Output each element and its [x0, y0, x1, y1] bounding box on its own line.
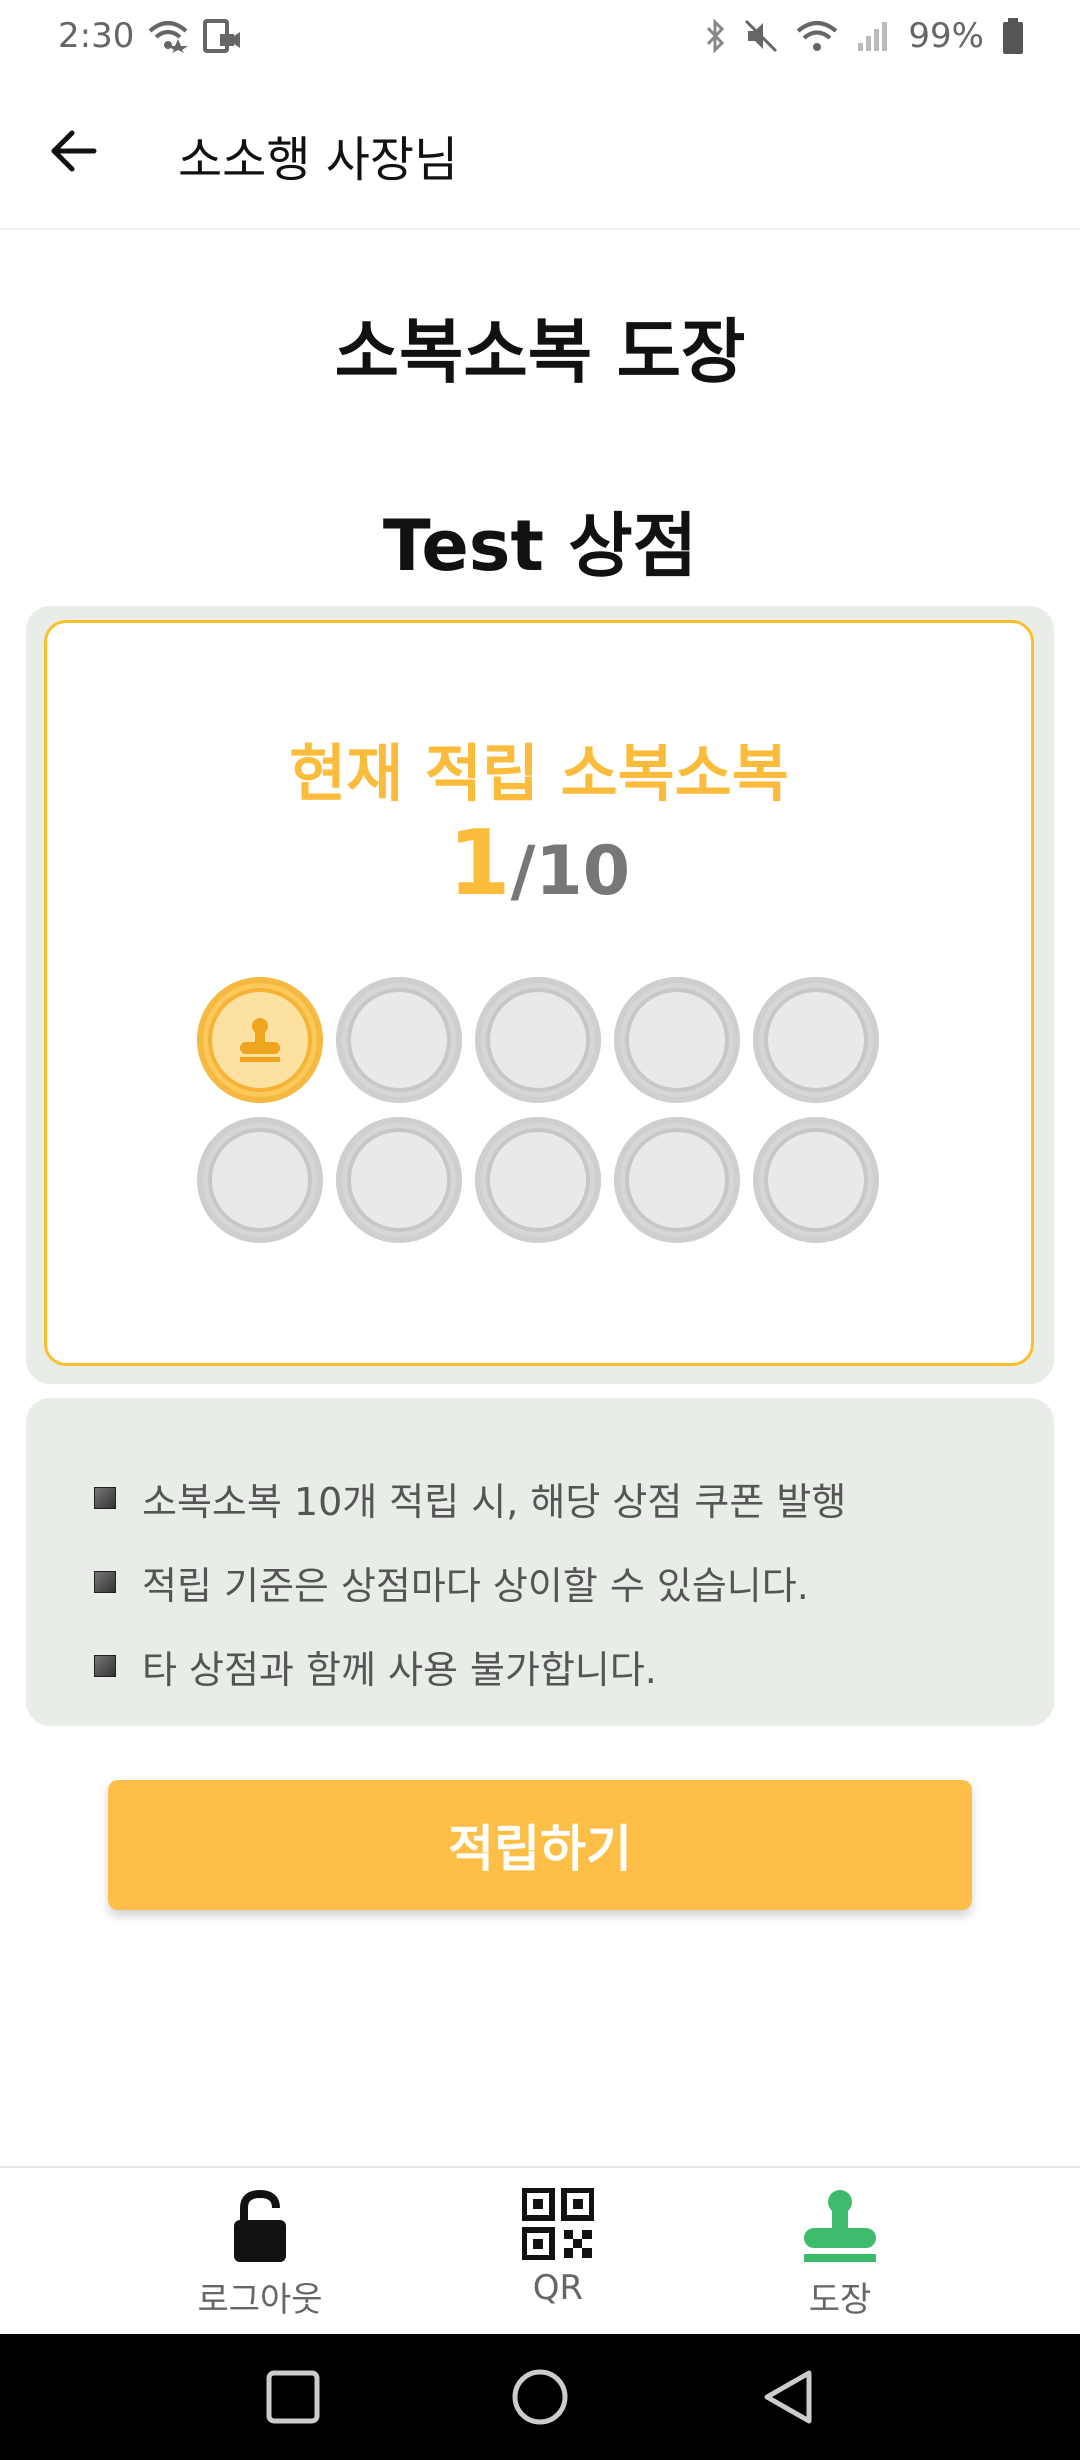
nav-item-logout[interactable]: 로그아웃: [160, 2188, 360, 2321]
wifi-calling-icon: [148, 19, 189, 53]
stamp-count: 1/10: [47, 811, 1031, 916]
nav-item-qr[interactable]: QR: [458, 2188, 658, 2308]
stamp-slot-empty: [475, 1117, 601, 1243]
stamp-ring: [625, 988, 729, 1092]
bullet-square-icon: [94, 1487, 116, 1509]
info-item: 소복소복 10개 적립 시, 해당 상점 쿠폰 발행: [26, 1456, 1054, 1540]
info-text: 적립 기준은 상점마다 상이할 수 있습니다.: [142, 1563, 809, 1608]
bullet-square-icon: [94, 1655, 116, 1677]
info-item: 적립 기준은 상점마다 상이할 수 있습니다.: [26, 1540, 1054, 1624]
stamp-slot-empty: [475, 977, 601, 1103]
home-button[interactable]: [505, 2362, 575, 2432]
stamp-slot-empty: [336, 1117, 462, 1243]
nav-label: 도장: [808, 2280, 872, 2320]
info-text: 소복소복 10개 적립 시, 해당 상점 쿠폰 발행: [142, 1479, 847, 1524]
back-nav-button[interactable]: [752, 2362, 822, 2432]
battery-percent: 99%: [908, 16, 984, 56]
app-title: 소소행 사장님: [178, 132, 459, 188]
accumulate-button[interactable]: 적립하기: [108, 1780, 972, 1910]
stamp-count-separator: /: [510, 832, 536, 911]
circle-icon: [512, 2369, 568, 2425]
info-item: 타 상점과 함께 사용 불가합니다.: [26, 1624, 1054, 1708]
page-title: 소복소복 도장: [334, 311, 746, 393]
back-button[interactable]: [38, 116, 108, 186]
arrow-left-icon: [51, 130, 97, 172]
stamp-card-heading: 현재 적립 소복소복: [289, 737, 789, 810]
recent-apps-button[interactable]: [258, 2362, 328, 2432]
screen-record-icon: [202, 18, 241, 54]
stamp-icon: [804, 2190, 876, 2262]
nav-label: 로그아웃: [197, 2280, 323, 2320]
stamp-icon: [240, 1018, 280, 1062]
status-bar: 2:30 99%: [0, 0, 1080, 72]
stamp-ring: [625, 1128, 729, 1232]
stamp-slot-empty: [336, 977, 462, 1103]
stamp-ring: [764, 1128, 868, 1232]
info-box: 소복소복 10개 적립 시, 해당 상점 쿠폰 발행 적립 기준은 상점마다 상…: [26, 1398, 1054, 1726]
bottom-nav: 로그아웃 QR 도장: [0, 2166, 1080, 2334]
status-time: 2:30: [58, 16, 135, 56]
stamp-ring: [486, 988, 590, 1092]
stamp-ring: [208, 988, 312, 1092]
stamp-grid: [197, 977, 897, 1243]
system-nav-bar: [0, 2334, 1080, 2460]
stamp-slot-empty: [614, 1117, 740, 1243]
nav-item-stamp[interactable]: 도장: [740, 2188, 940, 2321]
app-bar: 소소행 사장님: [0, 72, 1080, 230]
stamp-ring: [486, 1128, 590, 1232]
battery-icon: [1002, 18, 1024, 54]
stamp-ring: [347, 988, 451, 1092]
stamp-ring: [208, 1128, 312, 1232]
store-name: Test 상점: [382, 505, 698, 587]
wifi-icon: [796, 19, 838, 53]
stamp-ring: [347, 1128, 451, 1232]
page: 2:30 99% 소소행 사장님 소복소복 도장 Test 상점 현재 적립 소…: [0, 0, 1080, 2460]
stamp-card: 현재 적립 소복소복 1/10: [26, 606, 1054, 1384]
stamp-slot-empty: [614, 977, 740, 1103]
stamp-slot-empty: [753, 1117, 879, 1243]
stamp-slot-empty: [753, 977, 879, 1103]
stamp-count-total: 10: [535, 832, 631, 911]
nav-label: QR: [532, 2268, 584, 2308]
qr-code-icon: [522, 2188, 594, 2260]
square-icon: [266, 2370, 320, 2424]
bluetooth-icon: [704, 19, 726, 53]
bullet-square-icon: [94, 1571, 116, 1593]
unlock-icon: [234, 2189, 286, 2262]
stamp-card-inner: 현재 적립 소복소복 1/10: [44, 620, 1034, 1366]
mute-icon: [744, 19, 778, 53]
signal-icon: [856, 19, 890, 53]
info-text: 타 상점과 함께 사용 불가합니다.: [142, 1647, 657, 1692]
stamp-ring: [764, 988, 868, 1092]
stamp-slot-filled: [197, 977, 323, 1103]
stamp-count-current: 1: [447, 811, 511, 916]
triangle-back-icon: [764, 2370, 812, 2424]
stamp-slot-empty: [197, 1117, 323, 1243]
